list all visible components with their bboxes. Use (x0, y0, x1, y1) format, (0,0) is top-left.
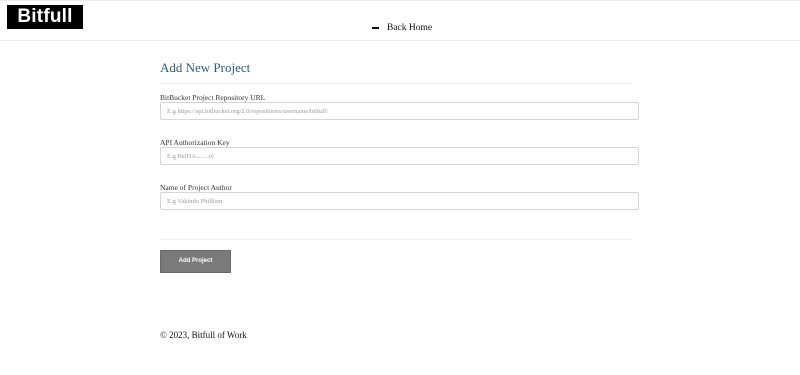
footer-copyright: © 2023, Bitfull of Work (160, 330, 247, 340)
repo-url-label: BitBucket Project Repository URL (160, 93, 266, 102)
author-name-label: Name of Project Author (160, 183, 232, 192)
divider (160, 83, 632, 84)
minus-icon (372, 27, 379, 29)
divider (160, 239, 632, 240)
top-bar: Bitfull Back Home (0, 0, 800, 41)
add-project-button[interactable]: Add Project (160, 250, 231, 273)
repo-url-input[interactable] (160, 102, 639, 120)
back-home-label: Back Home (387, 23, 433, 33)
author-name-input[interactable] (160, 192, 639, 210)
api-key-input[interactable] (160, 147, 639, 165)
api-key-label: API Authorization Key (160, 138, 230, 147)
logo[interactable]: Bitfull (7, 5, 83, 29)
back-home-link[interactable]: Back Home (372, 21, 432, 35)
page-title: Add New Project (160, 60, 251, 75)
add-project-form: Add New Project BitBucket Project Reposi… (160, 56, 640, 273)
